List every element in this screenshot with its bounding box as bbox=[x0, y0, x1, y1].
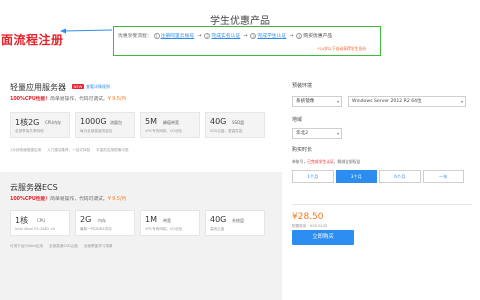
spec-bandwidth: 5M 峰值带宽 VPC专有网络，I/O优化 bbox=[140, 112, 200, 138]
light-server-title: 轻量应用服务器 bbox=[10, 83, 66, 92]
details-link[interactable]: 查看详情规则 bbox=[86, 84, 110, 90]
new-badge: NEW bbox=[72, 84, 84, 89]
page-title: 学生优惠产品 bbox=[210, 16, 270, 27]
spec-cpu: 1核 CPU Intel Xeon E5-2682 v4 bbox=[10, 210, 70, 236]
duration-label: 购买时长 bbox=[292, 147, 313, 153]
chevron-down-icon: ▾ bbox=[336, 131, 339, 136]
flow-step-purchase: 4 购买优惠产品 bbox=[296, 32, 333, 39]
divider bbox=[292, 204, 472, 205]
duration-options: 1个月 3个月 6个月 一年 bbox=[292, 170, 464, 183]
env-select[interactable]: 系统镜像 ▾ bbox=[292, 96, 342, 107]
flow-step-student[interactable]: 3 完成学生认证 bbox=[250, 32, 286, 39]
os-select[interactable]: Windows Server 2012 R2 64位 ▾ bbox=[348, 96, 466, 107]
flow-note: *24岁以下自动获得学生身份 bbox=[317, 46, 367, 51]
ecs-panel: 云服务器ECS 100%CPU性能！简单易操作，代码可调试。¥ 9.5/月 1核… bbox=[0, 172, 282, 300]
region-select[interactable]: 华北2 ▾ bbox=[292, 128, 342, 139]
region-label: 地域 bbox=[292, 117, 303, 123]
ecs-subtitle: 100%CPU性能！简单易操作，代码可调试。¥ 9.5/月 bbox=[10, 197, 127, 202]
light-server-panel: 轻量应用服务器 NEW 查看详情规则 100%CPU性能！简单易操作，代码可调试… bbox=[0, 74, 282, 162]
duration-note: 单账号，已完成学生认证，解绑全部权益 bbox=[292, 159, 361, 164]
chevron-down-icon: ▾ bbox=[460, 99, 463, 104]
annotation-label: 面流程注册 bbox=[1, 33, 64, 47]
registration-flow-box: 优惠享受流程： 1 注册阿里云账号 → 2 完成实名认证 → 3 完成学生认证 … bbox=[113, 26, 381, 56]
purchase-config-panel: 预装环境 系统镜像 ▾ Windows Server 2012 R2 64位 ▾ 地… bbox=[284, 66, 480, 300]
spec-system-disk: 40G 系统盘 高效云盘 bbox=[205, 210, 265, 236]
ecs-title: 云服务器ECS bbox=[10, 183, 58, 192]
duration-6-months[interactable]: 6个月 bbox=[379, 170, 421, 183]
ecs-footer: 可用于运行Web应用 全部高速SSD云盘 全面覆盖学习场景 bbox=[10, 244, 113, 248]
flow-lead: 优惠享受流程： bbox=[118, 34, 152, 39]
flow-step-realname[interactable]: 2 完成实名认证 bbox=[204, 32, 240, 39]
spec-memory: 2G 内存 最新一代DDR4内存 bbox=[75, 210, 135, 236]
flow-arrow-icon: → bbox=[289, 32, 294, 39]
spec-bandwidth: 1M 带宽 VPC专有网络，I/O优化 bbox=[140, 210, 200, 236]
flow-arrow-icon: → bbox=[197, 32, 202, 39]
light-server-footer: 1分钟快速搭建应用 入门建站推荐，一站式体验 丰富的应用镜像可选 bbox=[10, 148, 129, 152]
flow-step-register[interactable]: 1 注册阿里云账号 bbox=[153, 32, 194, 39]
chevron-down-icon: ▾ bbox=[336, 99, 339, 104]
flow-arrow-icon: → bbox=[243, 32, 248, 39]
price-detail: 配置费用：¥28.50/月 bbox=[292, 224, 328, 228]
spec-traffic: 1000G 流量包 每月全部高速流量包 bbox=[75, 112, 135, 138]
spec-cpu-memory: 1核2G CPU内存 全部享用共享网络 bbox=[10, 112, 70, 138]
env-label: 预装环境 bbox=[292, 83, 313, 89]
duration-1-year[interactable]: 一年 bbox=[422, 170, 464, 183]
duration-1-month[interactable]: 1个月 bbox=[292, 170, 334, 183]
buy-now-button[interactable]: 立即购买 bbox=[292, 230, 354, 245]
duration-3-months[interactable]: 3个月 bbox=[335, 170, 377, 183]
flow-steps: 优惠享受流程： 1 注册阿里云账号 → 2 完成实名认证 → 3 完成学生认证 … bbox=[118, 32, 332, 39]
total-price: ¥28.50 bbox=[292, 212, 324, 222]
light-server-subtitle: 100%CPU性能！简单易操作，代码可调试。¥ 9.5/月 bbox=[10, 97, 127, 102]
spec-disk: 40G SSD盘 SSD云盘，更高性能 bbox=[205, 112, 265, 138]
